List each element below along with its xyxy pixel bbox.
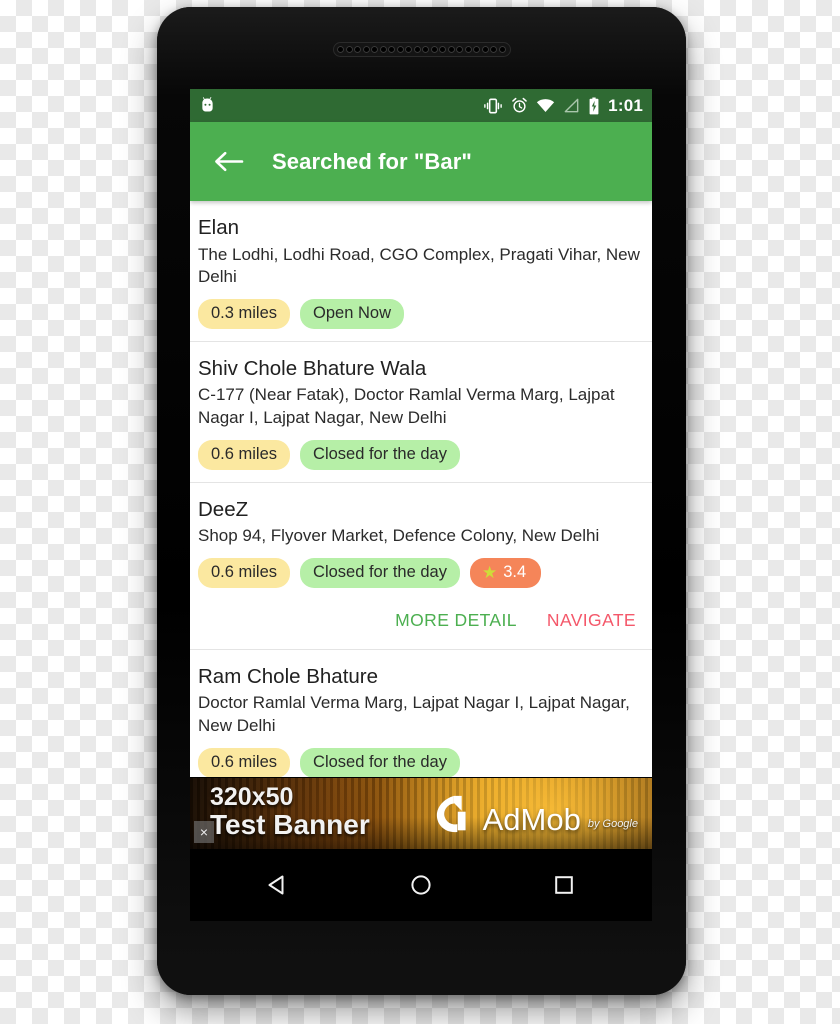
- phone-device-frame: 1:01 Searched for "Bar" Elan The Lodhi, …: [157, 7, 686, 995]
- earpiece-speaker-grille: [332, 42, 511, 57]
- android-head-icon: [198, 96, 217, 115]
- status-bar: 1:01: [190, 89, 652, 122]
- open-status-badge: Open Now: [300, 298, 404, 329]
- ad-size-label: 320x50: [210, 783, 294, 811]
- rating-badge: ★ 3.4: [469, 557, 542, 588]
- search-results-list[interactable]: Elan The Lodhi, Lodhi Road, CGO Complex,…: [190, 201, 652, 849]
- result-name: Elan: [198, 216, 240, 239]
- ad-test-banner-label: Test Banner: [210, 809, 370, 841]
- alarm-icon: [511, 97, 528, 114]
- result-name: DeeZ: [198, 497, 249, 521]
- result-chips: 0.6 miles Closed for the day ★ 3.4: [198, 557, 644, 588]
- nav-recents-icon[interactable]: [549, 870, 579, 900]
- status-bar-icons: [483, 96, 600, 115]
- list-item[interactable]: DeeZ Shop 94, Flyover Market, Defence Co…: [190, 482, 652, 650]
- ad-size-text: 320x50 Test Banner: [210, 784, 370, 840]
- status-bar-clock: 1:01: [608, 96, 643, 115]
- admob-ad-banner[interactable]: 320x50 Test Banner × AdMob by Google: [190, 777, 652, 849]
- list-item[interactable]: Elan The Lodhi, Lodhi Road, CGO Complex,…: [190, 201, 652, 342]
- admob-by-google-label: by Google: [587, 817, 638, 830]
- open-status-badge: Closed for the day: [300, 439, 460, 470]
- vibrate-icon: [483, 98, 503, 114]
- phone-screen: 1:01 Searched for "Bar" Elan The Lodhi, …: [190, 89, 652, 849]
- distance-badge: 0.6 miles: [198, 439, 291, 470]
- star-icon: ★: [481, 562, 498, 582]
- result-address: Doctor Ramlal Verma Marg, Lajpat Nagar I…: [198, 693, 630, 736]
- result-address: The Lodhi, Lodhi Road, CGO Complex, Prag…: [198, 244, 640, 287]
- navigate-button[interactable]: NAVIGATE: [547, 610, 636, 631]
- screenshot-canvas: 1:01 Searched for "Bar" Elan The Lodhi, …: [0, 0, 840, 1024]
- result-actions: MORE DETAIL NAVIGATE: [198, 588, 644, 637]
- back-arrow-icon[interactable]: [214, 150, 244, 173]
- distance-badge: 0.6 miles: [198, 747, 291, 778]
- open-status-badge: Closed for the day: [300, 747, 460, 778]
- nav-back-icon[interactable]: [263, 870, 293, 900]
- distance-badge: 0.6 miles: [198, 557, 291, 588]
- admob-logo: AdMob by Google: [434, 793, 638, 835]
- distance-badge: 0.3 miles: [198, 298, 291, 329]
- result-address: Shop 94, Flyover Market, Defence Colony,…: [198, 526, 600, 546]
- admob-mark-icon: [434, 793, 476, 835]
- page-title: Searched for "Bar": [272, 148, 472, 174]
- close-icon[interactable]: ×: [194, 821, 214, 843]
- nav-home-icon[interactable]: [406, 870, 436, 900]
- result-name: Shiv Chole Bhature Wala: [198, 356, 427, 380]
- system-navigation-bar: [190, 849, 652, 921]
- result-address: C-177 (Near Fatak), Doctor Ramlal Verma …: [198, 385, 615, 428]
- battery-charging-icon: [588, 96, 600, 115]
- wifi-icon: [536, 98, 555, 113]
- result-chips: 0.6 miles Closed for the day: [198, 747, 644, 778]
- more-detail-button[interactable]: MORE DETAIL: [395, 610, 517, 631]
- list-item[interactable]: Shiv Chole Bhature Wala C-177 (Near Fata…: [190, 341, 652, 483]
- rating-value: 3.4: [503, 562, 527, 581]
- open-status-badge: Closed for the day: [300, 557, 460, 588]
- cell-signal-icon: [563, 98, 580, 113]
- list-item[interactable]: Ram Chole Bhature Doctor Ramlal Verma Ma…: [190, 649, 652, 791]
- result-chips: 0.3 miles Open Now: [198, 298, 644, 329]
- app-bar: Searched for "Bar": [190, 122, 652, 201]
- admob-wordmark: AdMob: [482, 801, 581, 837]
- result-chips: 0.6 miles Closed for the day: [198, 439, 644, 470]
- result-name: Ram Chole Bhature: [198, 664, 379, 688]
